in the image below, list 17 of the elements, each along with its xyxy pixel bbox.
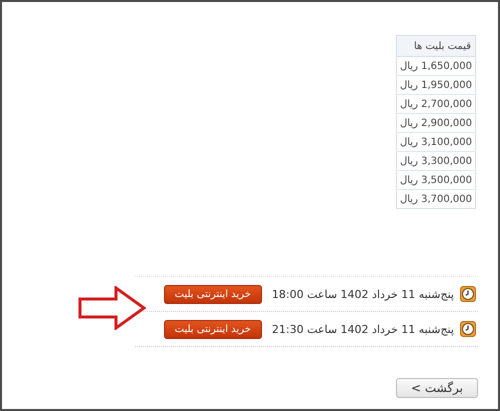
clock-icon (460, 286, 476, 302)
back-button[interactable]: < برگشت (396, 378, 478, 398)
table-cell: 1,950,000 ریال (396, 76, 476, 94)
buy-ticket-button[interactable]: خرید اینترنتی بلیت (164, 320, 262, 338)
table-header: قیمت بلیت ها (396, 36, 476, 56)
showtime-text: پنج‌شنبه 11 خرداد 1402 ساعت 18:00 (272, 288, 454, 300)
table-cell: 3,300,000 ریال (396, 152, 476, 170)
clock-icon (460, 321, 476, 337)
showtime-text: پنج‌شنبه 11 خرداد 1402 ساعت 21:30 (272, 322, 454, 336)
arrow-icon (78, 286, 146, 330)
table-cell: 3,500,000 ریال (396, 170, 476, 190)
table-cell: 3,700,000 ریال (396, 190, 476, 208)
table-cell: 2,700,000 ریال (396, 94, 476, 114)
table-cell: 3,100,000 ریال (396, 132, 476, 152)
table-cell: 1,650,000 ریال (396, 56, 476, 76)
table-cell: 2,900,000 ریال (396, 114, 476, 132)
buy-ticket-button[interactable]: خرید اینترنتی بلیت (164, 284, 262, 304)
